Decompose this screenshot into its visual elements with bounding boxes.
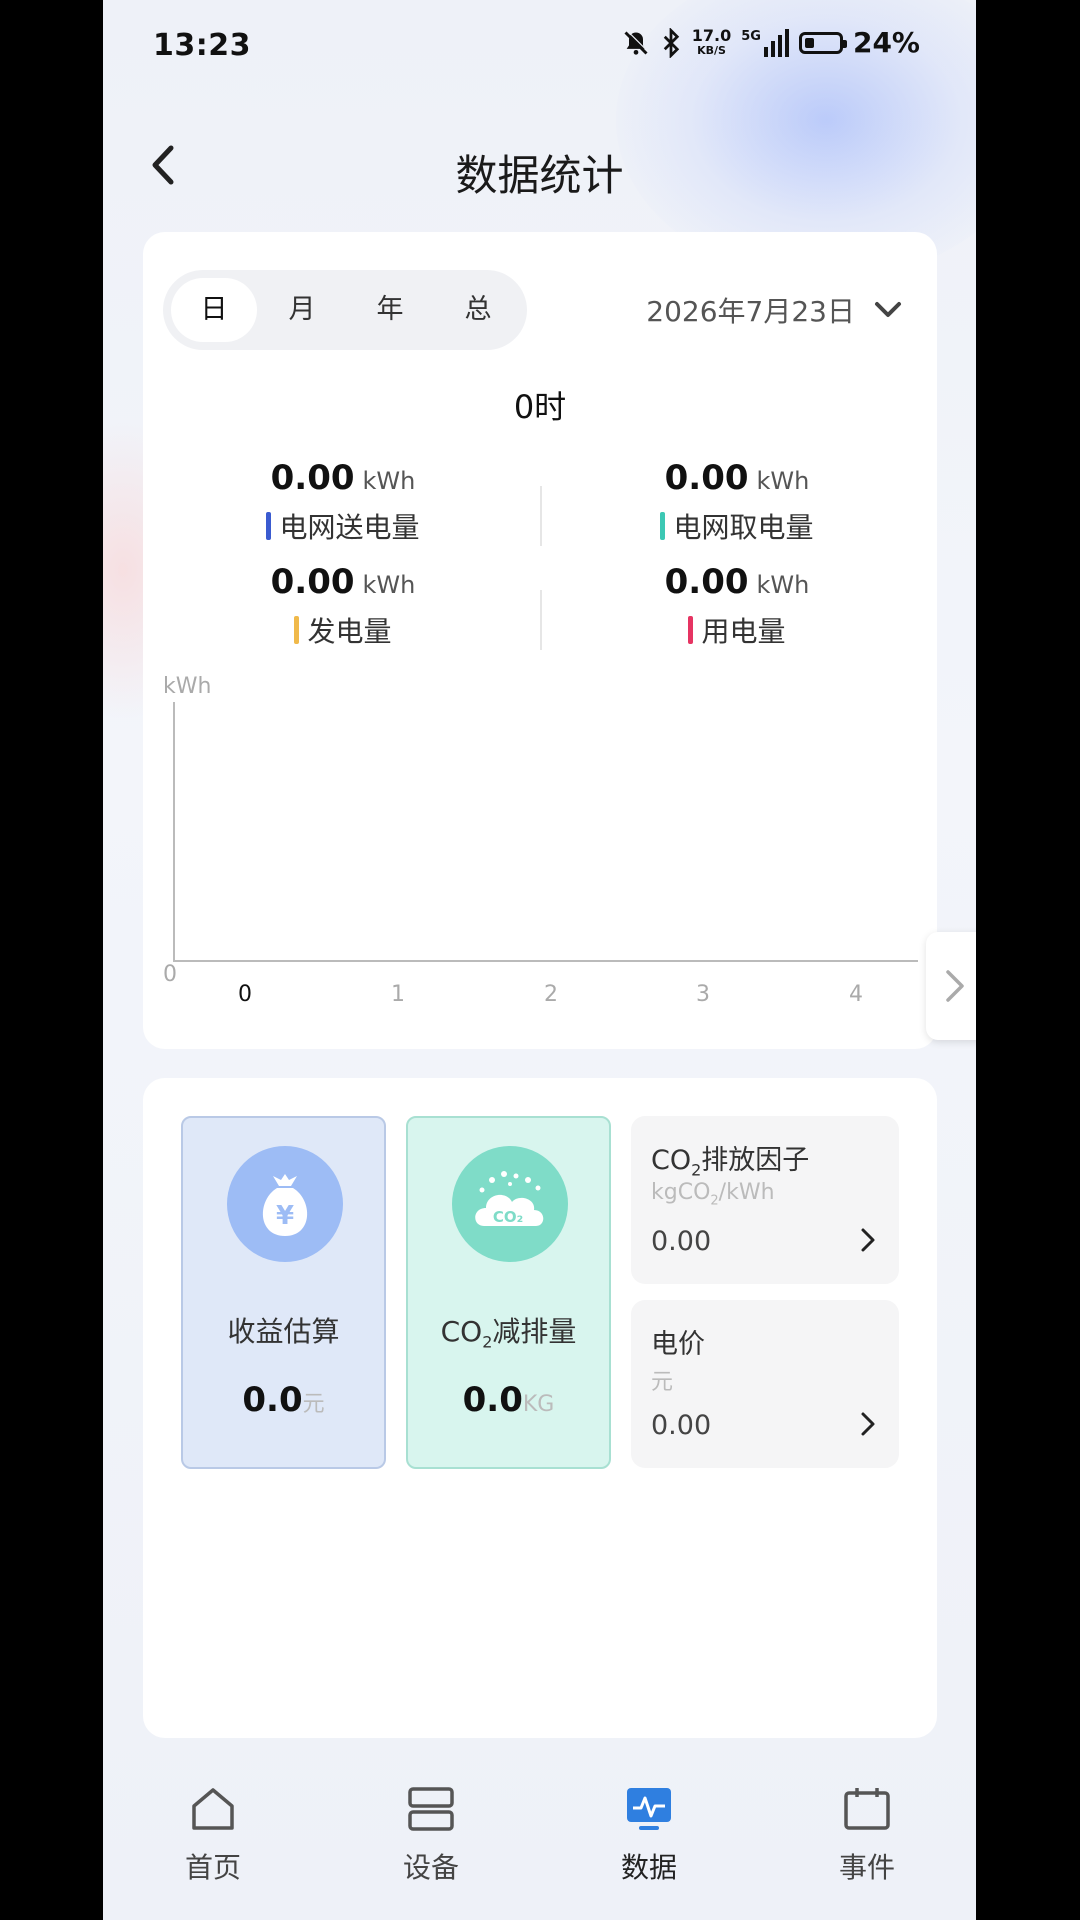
x-tick: 4 [849, 982, 863, 1007]
nav-label: 数据 [620, 1851, 677, 1884]
date-value: 2026年7月23日 [646, 295, 855, 328]
co2-factor-title: CO2排放因子 [651, 1145, 810, 1180]
nav-devices[interactable]: 设备 [371, 1784, 491, 1886]
chart-scroll-right-button[interactable] [926, 932, 976, 1040]
date-picker[interactable]: 2026年7月23日 [646, 290, 903, 330]
stat-unit: kWh [756, 467, 810, 495]
stat-unit: kWh [362, 467, 416, 495]
summary-card: ¥ 收益估算 0.0元 CO₂ CO2减排量 0.0KG CO2排放因子 kgC… [143, 1078, 937, 1738]
battery-icon [798, 31, 847, 54]
nav-label: 事件 [838, 1851, 895, 1884]
price-title: 电价 [651, 1329, 705, 1360]
nav-label: 首页 [184, 1851, 241, 1884]
status-time: 13:23 [153, 28, 251, 63]
network-speed: 17.0 KB/S [691, 25, 732, 57]
income-unit: 元 [302, 1392, 325, 1417]
page-title: 数据统计 [455, 151, 624, 200]
income-label: 收益估算 [227, 1315, 340, 1348]
battery-percent: 24% [852, 26, 920, 59]
x-tick: 1 [391, 982, 405, 1007]
devices-icon [408, 1787, 454, 1831]
price-unit: 元 [651, 1370, 674, 1395]
tab-year[interactable]: 年 [347, 278, 433, 342]
divider [540, 486, 542, 546]
data-monitor-icon [627, 1788, 671, 1830]
stat-value: 0.00 [664, 562, 749, 602]
chart-x-axis [173, 960, 918, 962]
phone-screen: 13:23 17.0 KB/S 5G 24% 数据统计 日 月 年 总 2026… [103, 0, 976, 1920]
legend-marker [688, 616, 694, 644]
price-value: 0.00 [651, 1410, 712, 1441]
status-bar: 13:23 17.0 KB/S 5G 24% [103, 0, 976, 96]
stat-label: 电网取电量 [673, 511, 814, 544]
status-icons: 17.0 KB/S 5G 24% [622, 26, 920, 59]
chevron-right-icon [861, 1412, 875, 1436]
legend-marker [266, 512, 272, 540]
svg-text:CO₂: CO₂ [493, 1208, 523, 1226]
money-bag-icon: ¥ [227, 1146, 343, 1262]
chevron-right-icon [946, 970, 964, 1002]
tab-day[interactable]: 日 [171, 278, 257, 342]
co2-reduction-label: CO2减排量 [440, 1315, 577, 1352]
legend-marker [294, 616, 300, 644]
electricity-price-row[interactable]: 电价 元 0.00 [631, 1300, 899, 1468]
x-tick: 2 [544, 982, 558, 1007]
period-segmented-control: 日 月 年 总 [163, 270, 527, 350]
chevron-right-icon [861, 1228, 875, 1252]
tab-month[interactable]: 月 [259, 278, 345, 342]
income-estimate-tile[interactable]: ¥ 收益估算 0.0元 [181, 1116, 386, 1469]
stat-consumption: 0.00 kWh 用电量 [557, 562, 917, 650]
stat-value: 0.00 [270, 562, 355, 602]
co2-factor-unit: kgCO2/kWh [651, 1180, 775, 1209]
co2-reduction-unit: KG [522, 1392, 555, 1417]
stat-label: 发电量 [307, 615, 392, 648]
nav-events[interactable]: 事件 [807, 1784, 927, 1886]
co2-factor-value: 0.00 [651, 1226, 712, 1257]
x-tick: 3 [696, 982, 710, 1007]
x-tick: 0 [238, 982, 252, 1007]
stat-unit: kWh [756, 571, 810, 599]
chart-y-unit: kWh [163, 674, 212, 699]
divider [540, 590, 542, 650]
cellular-signal-icon: 5G [741, 28, 789, 57]
stat-value: 0.00 [270, 458, 355, 498]
stat-generation: 0.00 kWh 发电量 [163, 562, 523, 650]
chevron-down-icon [875, 302, 901, 317]
stat-label: 用电量 [701, 615, 786, 648]
calendar-icon [844, 1788, 890, 1830]
co2-factor-row[interactable]: CO2排放因子 kgCO2/kWh 0.00 [631, 1116, 899, 1284]
chart-y-axis [173, 702, 175, 962]
home-icon [192, 1788, 234, 1830]
tab-total[interactable]: 总 [435, 278, 521, 342]
co2-reduction-tile[interactable]: CO₂ CO2减排量 0.0KG [406, 1116, 611, 1469]
stat-value: 0.00 [664, 458, 749, 498]
chart-y-zero: 0 [163, 962, 177, 987]
nav-data[interactable]: 数据 [589, 1784, 709, 1886]
stat-grid-export: 0.00 kWh 电网送电量 [163, 458, 523, 546]
co2-cloud-icon: CO₂ [452, 1146, 568, 1262]
nav-label: 设备 [402, 1851, 459, 1884]
co2-reduction-value: 0.0 [462, 1380, 523, 1420]
nav-home[interactable]: 首页 [153, 1784, 273, 1886]
legend-marker [660, 512, 666, 540]
stat-grid-import: 0.00 kWh 电网取电量 [557, 458, 917, 546]
svg-text:¥: ¥ [276, 1201, 294, 1231]
mute-bell-icon [624, 29, 649, 55]
energy-stats-card: 日 月 年 总 2026年7月23日 0时 0.00 kWh 电网送电量 0.00… [143, 232, 937, 1049]
hour-label: 0时 [513, 388, 567, 426]
income-value: 0.0 [242, 1380, 303, 1420]
bottom-nav: 首页 设备 数据 事件 [103, 1748, 976, 1920]
stat-label: 电网送电量 [279, 511, 420, 544]
stat-unit: kWh [362, 571, 416, 599]
bluetooth-icon [663, 27, 679, 58]
